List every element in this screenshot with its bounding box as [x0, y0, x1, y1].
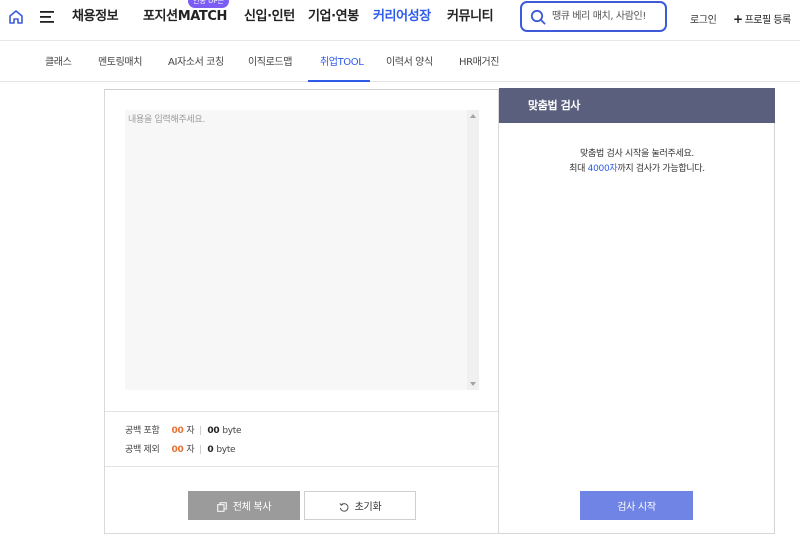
nav-item-community[interactable]: 커뮤니티	[447, 0, 494, 40]
char-unit: 자	[186, 426, 195, 436]
login-link[interactable]: 로그인	[690, 11, 717, 26]
tab-job-change-roadmap[interactable]: 이직로드맵	[248, 53, 292, 68]
profile-register-label: 프로필 등록	[744, 15, 792, 26]
count-label: 공백 제외	[125, 445, 160, 455]
divider	[105, 466, 498, 467]
content-textarea[interactable]	[125, 110, 467, 390]
nav-item-entry-intern[interactable]: 신입·인턴	[244, 0, 295, 40]
nav-item-jobs[interactable]: 채용정보	[72, 0, 119, 40]
byte-unit: byte	[216, 445, 236, 455]
divider	[200, 426, 202, 435]
copy-all-label: 전체 복사	[232, 502, 272, 513]
nav-item-company-salary[interactable]: 기업·연봉	[308, 0, 359, 40]
active-tab-indicator	[308, 80, 370, 82]
sub-navigation: 클래스 멘토링매치 AI자소서 코칭 이직로드맵 취업TOOL 이력서 양식 H…	[0, 40, 800, 82]
nav-item-label: 신입·인턴	[244, 9, 295, 24]
count-with-spaces: 공백 포함 00 자 00 byte	[125, 423, 242, 436]
tab-hr-magazine[interactable]: HR매거진	[459, 53, 499, 68]
copy-all-button[interactable]: 전체 복사	[188, 491, 300, 520]
promo-badge: 연봉 UP은	[188, 0, 229, 8]
scroll-down-icon[interactable]	[470, 382, 476, 386]
limit-prefix: 최대	[569, 164, 588, 174]
spell-check-limit: 최대 4000자까지 검사가 가능합니다.	[499, 161, 775, 174]
char-count: 00	[171, 426, 184, 436]
scroll-up-icon[interactable]	[470, 114, 476, 118]
limit-suffix: 까지 검사가 가능합니다.	[617, 164, 705, 174]
reset-icon	[339, 503, 349, 512]
textarea-scrollbar[interactable]	[467, 110, 479, 390]
byte-count: 00	[207, 426, 220, 436]
byte-unit: byte	[222, 426, 242, 436]
start-check-button[interactable]: 검사 시작	[580, 491, 693, 520]
tab-resume-template[interactable]: 이력서 양식	[386, 53, 433, 68]
top-header: 채용정보 포지션MATCH 연봉 UP은 신입·인턴 기업·연봉 커리어성장 커…	[0, 0, 800, 40]
text-editor-panel: 공백 포함00자00byte 공백 제외00자0byte 전체 복사 초기화	[104, 89, 499, 534]
plus-icon: +	[733, 12, 743, 26]
search-icon[interactable]	[530, 9, 546, 25]
nav-item-label: 채용정보	[72, 9, 119, 24]
search-input[interactable]	[552, 7, 662, 26]
nav-item-label: 커뮤니티	[447, 9, 494, 24]
limit-value: 4000자	[587, 164, 618, 174]
reset-label: 초기화	[354, 502, 382, 513]
copy-icon	[216, 502, 227, 512]
nav-item-career-growth[interactable]: 커리어성장	[373, 0, 431, 40]
spell-check-title: 맞춤법 검사	[499, 88, 775, 123]
text-input-area	[125, 110, 479, 390]
count-without-spaces: 공백 제외 00 자 0 byte	[125, 442, 236, 455]
search-box[interactable]	[520, 1, 667, 32]
menu-icon[interactable]	[39, 10, 55, 24]
tab-class[interactable]: 클래스	[45, 53, 72, 68]
nav-item-label: 커리어성장	[373, 9, 431, 24]
nav-item-label: 기업·연봉	[308, 9, 359, 24]
tab-mentoring-match[interactable]: 멘토링매치	[98, 53, 142, 68]
count-label: 공백 포함	[125, 426, 160, 436]
char-unit: 자	[186, 445, 195, 455]
nav-item-label-strong: MATCH	[177, 9, 228, 24]
profile-register-link[interactable]: + 프로필 등록	[733, 11, 791, 26]
byte-count: 0	[207, 445, 214, 455]
tab-ai-cover-letter[interactable]: AI자소서 코칭	[168, 53, 224, 68]
nav-item-label: 포지션	[143, 9, 178, 24]
reset-button[interactable]: 초기화	[304, 491, 416, 520]
divider	[200, 445, 202, 454]
spell-check-panel: 맞춤법 검사 맞춤법 검사 시작을 눌러주세요. 최대 4000자까지 검사가 …	[499, 88, 775, 534]
tab-job-tool[interactable]: 취업TOOL	[320, 53, 364, 68]
divider	[105, 411, 498, 412]
spell-check-guide: 맞춤법 검사 시작을 눌러주세요.	[580, 149, 694, 159]
home-icon[interactable]	[8, 9, 24, 25]
char-count: 00	[171, 445, 184, 455]
